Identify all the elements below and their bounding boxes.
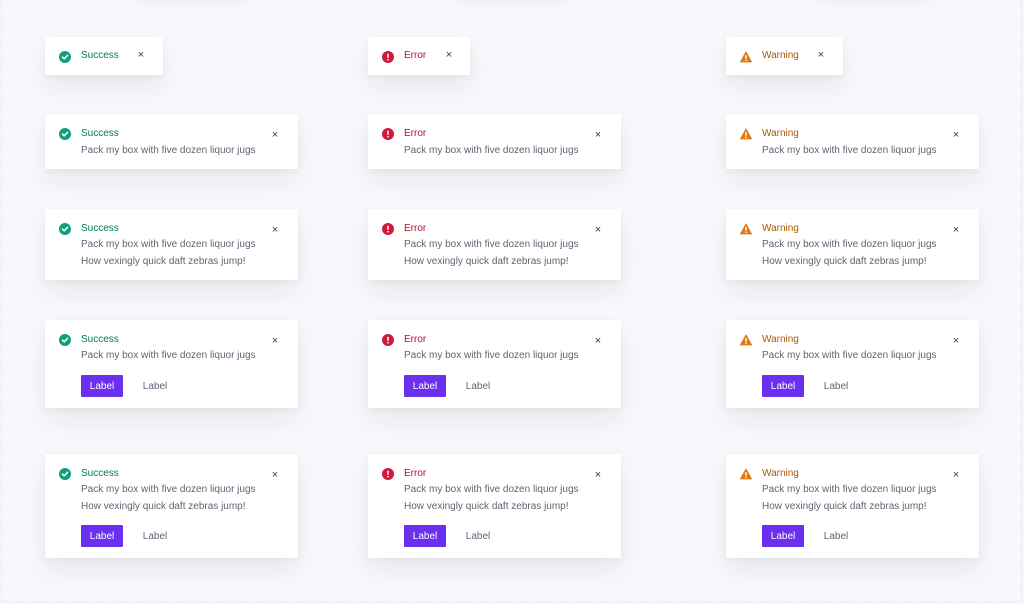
close-icon[interactable]: × [816,50,826,61]
warning-triangle-icon [740,468,752,480]
primary-action-button[interactable]: Label [81,375,123,397]
toast-warning-multiline-actions: Warning Pack my box with five dozen liqu… [726,454,979,558]
warning-triangle-icon [740,223,752,235]
secondary-action-button[interactable]: Label [818,525,854,547]
close-icon[interactable]: × [951,336,961,347]
toast-message-secondary: How vexingly quick daft zebras jump! [762,256,927,267]
secondary-action-button[interactable]: Label [460,375,496,397]
toast-message: Pack my box with five dozen liquor jugs [404,145,579,156]
exclamation-circle-icon [382,128,394,140]
toast-message: Pack my box with five dozen liquor jugs [762,484,937,495]
exclamation-circle-icon [382,223,394,235]
toast-title: Success [81,128,119,139]
toast-success-compact: Success × [45,37,163,75]
toast-message: Pack my box with five dozen liquor jugs [404,239,579,250]
primary-action-button[interactable]: Label [404,375,446,397]
toast-success-multiline-actions: Success Pack my box with five dozen liqu… [45,454,298,558]
toast-title: Warning [762,468,799,479]
close-icon[interactable]: × [136,50,146,61]
close-icon[interactable]: × [444,50,454,61]
toast-title: Error [404,468,427,479]
exclamation-circle-icon [382,334,394,346]
toast-warning-compact: Warning × [726,37,843,75]
toast-message: Pack my box with five dozen liquor jugs [404,484,579,495]
check-circle-icon [59,51,71,63]
toast-title: Success [81,468,119,479]
exclamation-circle-icon [382,51,394,63]
toast-message: Pack my box with five dozen liquor jugs [81,239,256,250]
close-icon[interactable]: × [593,336,603,347]
toast-title: Error [404,334,427,345]
close-icon[interactable]: × [593,130,603,141]
toast-title: Success [81,50,119,61]
close-icon[interactable]: × [951,225,961,236]
secondary-action-button[interactable]: Label [460,525,496,547]
toast-error-actions: Error Pack my box with five dozen liquor… [368,320,621,408]
toast-title: Success [81,334,119,345]
toast-title: Success [81,223,119,234]
warning-triangle-icon [740,334,752,346]
toast-message: Pack my box with five dozen liquor jugs [404,350,579,361]
primary-action-button[interactable]: Label [81,525,123,547]
primary-action-button[interactable]: Label [762,375,804,397]
check-circle-icon [59,128,71,140]
close-icon[interactable]: × [270,336,280,347]
toast-title: Warning [762,334,799,345]
toast-warning-multiline: Warning Pack my box with five dozen liqu… [726,209,979,280]
secondary-action-button[interactable]: Label [137,375,173,397]
toast-error-multiline: Error Pack my box with five dozen liquor… [368,209,621,280]
toast-warning: Warning Pack my box with five dozen liqu… [726,114,979,169]
close-icon[interactable]: × [593,225,603,236]
toast-warning-actions: Warning Pack my box with five dozen liqu… [726,320,979,408]
close-icon[interactable]: × [951,130,961,141]
warning-triangle-icon [740,51,752,63]
toast-message: Pack my box with five dozen liquor jugs [81,350,256,361]
warning-triangle-icon [740,128,752,140]
check-circle-icon [59,468,71,480]
toast-title: Warning [762,50,799,61]
toast-title: Error [404,50,427,61]
toast-message: Pack my box with five dozen liquor jugs [762,239,937,250]
toast-title: Error [404,128,427,139]
toast-message-secondary: How vexingly quick daft zebras jump! [404,501,569,512]
close-icon[interactable]: × [270,470,280,481]
primary-action-button[interactable]: Label [404,525,446,547]
toast-error: Error Pack my box with five dozen liquor… [368,114,621,169]
close-icon[interactable]: × [270,130,280,141]
toast-message: Pack my box with five dozen liquor jugs [81,145,256,156]
close-icon[interactable]: × [270,225,280,236]
toast-success-actions: Success Pack my box with five dozen liqu… [45,320,298,408]
toast-success: Success Pack my box with five dozen liqu… [45,114,298,169]
exclamation-circle-icon [382,468,394,480]
toast-message: Pack my box with five dozen liquor jugs [81,484,256,495]
close-icon[interactable]: × [951,470,961,481]
toast-error-multiline-actions: Error Pack my box with five dozen liquor… [368,454,621,558]
secondary-action-button[interactable]: Label [137,525,173,547]
toast-message: Pack my box with five dozen liquor jugs [762,350,937,361]
toast-title: Warning [762,223,799,234]
toast-title: Warning [762,128,799,139]
close-icon[interactable]: × [593,470,603,481]
toast-success-multiline: Success Pack my box with five dozen liqu… [45,209,298,280]
toast-message: Pack my box with five dozen liquor jugs [762,145,937,156]
secondary-action-button[interactable]: Label [818,375,854,397]
check-circle-icon [59,223,71,235]
toast-message-secondary: How vexingly quick daft zebras jump! [81,501,246,512]
toast-title: Error [404,223,427,234]
toast-message-secondary: How vexingly quick daft zebras jump! [404,256,569,267]
toast-error-compact: Error × [368,37,470,75]
toast-message-secondary: How vexingly quick daft zebras jump! [762,501,927,512]
toast-message-secondary: How vexingly quick daft zebras jump! [81,256,246,267]
check-circle-icon [59,334,71,346]
primary-action-button[interactable]: Label [762,525,804,547]
